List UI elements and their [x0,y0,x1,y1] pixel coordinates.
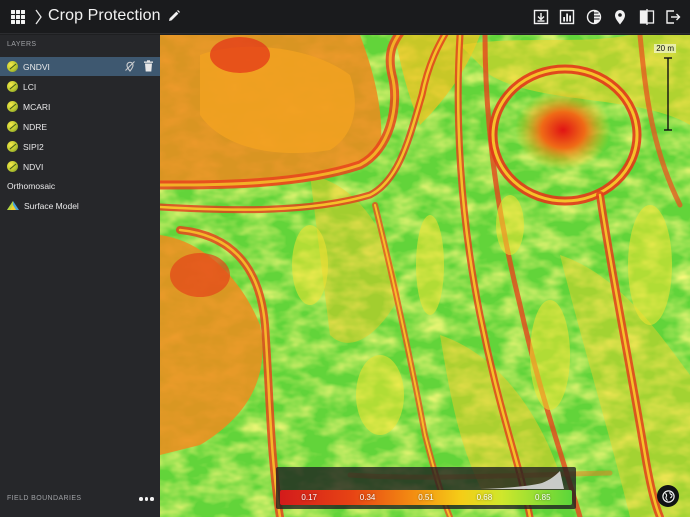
apps-grid-icon[interactable] [11,10,25,24]
layer-gndvi[interactable]: GNDVI [0,57,160,76]
field-boundaries-heading: FIELD BOUNDARIES [7,495,82,502]
layer-label: MCARI [23,101,51,112]
layer-surface-model[interactable]: Surface Model [0,196,160,215]
legend-tick: 0.34 [359,493,376,502]
layer-label: SIPI2 [23,141,44,152]
layer-mcari[interactable]: MCARI [0,97,160,116]
terrain-icon [7,201,19,210]
scale-bar [664,57,672,131]
layers-sidebar: LAYERS GNDVI LCI MCARI NDRE SIPI2 NDVI O… [0,35,160,517]
layer-sipi2[interactable]: SIPI2 [0,137,160,156]
legend-tick: 0.51 [418,493,434,502]
layer-label: GNDVI [23,61,50,72]
leaf-icon [7,101,18,112]
edit-pencil-icon[interactable] [167,9,181,23]
legend-tick: 0.17 [301,493,317,502]
globe-icon[interactable] [657,485,679,507]
trash-icon[interactable] [143,60,154,72]
visibility-off-icon[interactable] [124,60,136,72]
contrast-icon[interactable] [585,8,603,26]
value-histogram [280,471,564,489]
layer-label: NDRE [23,121,48,132]
color-ramp: 0.17 0.34 0.51 0.68 0.85 [280,490,572,505]
download-icon[interactable] [532,8,550,26]
layer-lci[interactable]: LCI [0,77,160,96]
compare-icon[interactable] [638,8,656,26]
layer-label: Surface Model [24,200,79,211]
leaf-icon [7,161,18,172]
leaf-icon [7,121,18,132]
bar-chart-icon[interactable] [558,8,576,26]
legend-tick: 0.68 [476,493,493,502]
layers-heading: LAYERS [7,41,37,48]
legend-tick: 0.85 [534,493,551,502]
leaf-icon [7,61,18,72]
layer-label: NDVI [23,161,44,172]
logout-icon[interactable] [664,8,682,26]
index-legend: 0.17 0.34 0.51 0.68 0.85 [276,467,576,509]
top-bar: Crop Protection [0,0,690,34]
index-map-image [160,35,690,517]
layer-label: LCI [23,81,37,92]
leaf-icon [7,81,18,92]
leaf-icon [7,141,18,152]
page-title: Crop Protection [48,7,161,24]
layer-ndvi[interactable]: NDVI [0,157,160,176]
more-options-icon[interactable] [139,497,155,503]
chevron-right-icon [35,9,42,25]
layer-ndre[interactable]: NDRE [0,117,160,136]
layer-orthomosaic[interactable]: Orthomosaic [7,181,55,191]
map-view[interactable]: 20 m 0.17 0.34 0.51 0.68 0.85 [160,35,690,517]
map-pin-icon[interactable] [611,8,629,26]
